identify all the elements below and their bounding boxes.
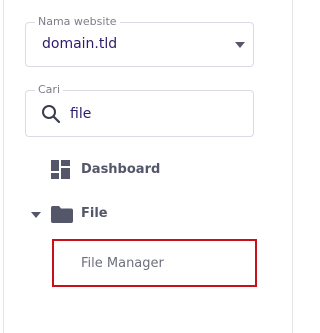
chevron-down-icon[interactable] — [235, 42, 245, 48]
sidebar-subitem-file-manager[interactable]: File Manager — [52, 239, 257, 287]
search-icon — [42, 105, 61, 124]
website-select-label: Nama website — [35, 15, 120, 29]
sidebar-item-dashboard-label: Dashboard — [81, 162, 161, 177]
sidebar-item-file-label: File — [81, 206, 108, 221]
expand-arrow-icon[interactable] — [31, 212, 41, 218]
search-input[interactable] — [70, 103, 240, 125]
sidebar-subitem-file-manager-label: File Manager — [81, 256, 164, 271]
folder-icon — [51, 206, 73, 223]
website-select-value[interactable]: domain.tld — [42, 36, 117, 52]
website-select[interactable]: Nama website domain.tld — [25, 15, 254, 67]
dashboard-icon — [51, 160, 70, 179]
search-label: Cari — [35, 83, 63, 97]
search-field[interactable]: Cari — [25, 83, 254, 137]
